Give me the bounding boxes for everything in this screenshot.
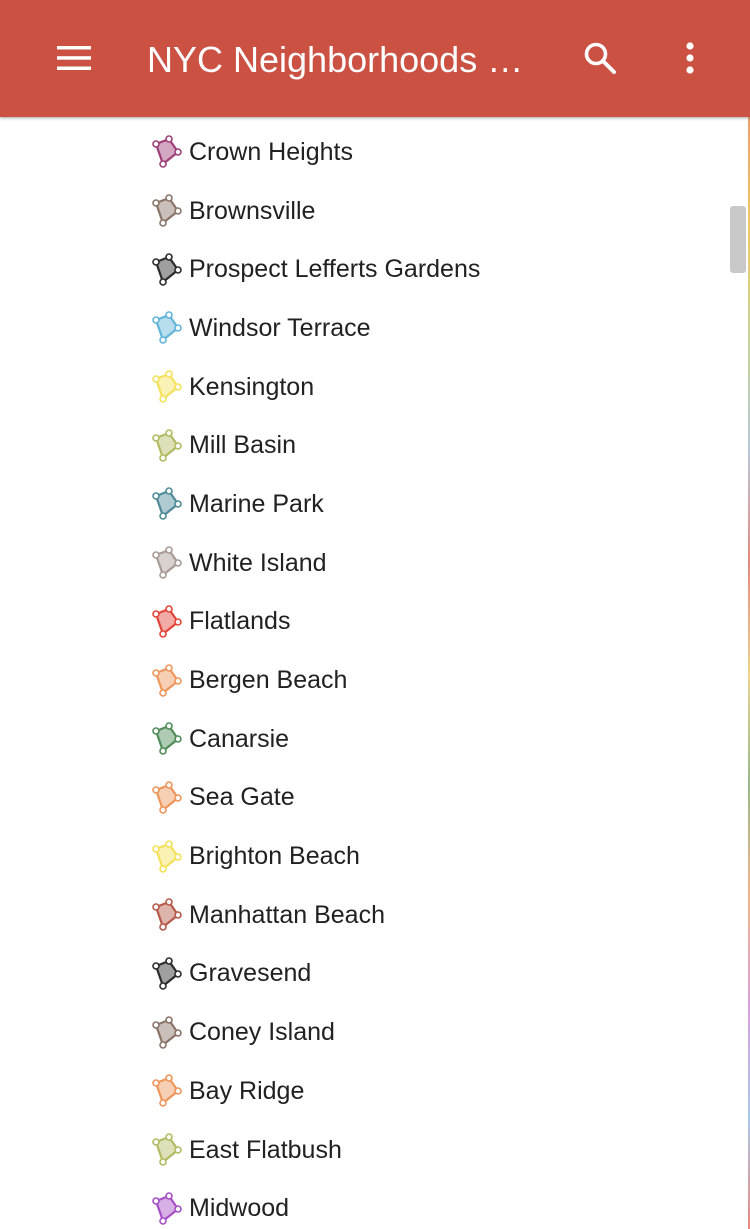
polygon-icon [152, 1015, 182, 1049]
polygon-icon [152, 1074, 182, 1108]
neighborhood-label: Flatlands [189, 607, 291, 636]
polygon-icon [152, 428, 182, 462]
neighborhood-label: Brighton Beach [189, 842, 360, 871]
neighborhood-label: East Flatbush [189, 1135, 342, 1164]
hamburger-menu-icon [57, 46, 91, 70]
neighborhood-label: White Island [189, 548, 327, 577]
list-item[interactable]: Gravesend [0, 945, 700, 1004]
polygon-icon [152, 957, 182, 990]
polygon-icon [152, 722, 182, 756]
polygon-icon [152, 898, 182, 932]
list-item[interactable]: Kensington [0, 358, 700, 417]
list-item[interactable]: Manhattan Beach [0, 886, 700, 945]
list-item[interactable]: Canarsie [0, 710, 700, 769]
list-item[interactable]: Bay Ridge [0, 1062, 700, 1121]
neighborhood-label: Manhattan Beach [189, 900, 385, 929]
neighborhood-label: Bay Ridge [189, 1076, 305, 1105]
list-item[interactable]: Bergen Beach [0, 651, 700, 710]
list-item[interactable]: Brighton Beach [0, 827, 700, 886]
polygon-icon [152, 252, 182, 286]
list-item[interactable]: White Island [0, 534, 700, 593]
list-item[interactable]: Prospect Lefferts Gardens [0, 240, 700, 299]
polygon-icon [152, 1191, 182, 1225]
neighborhood-label: Canarsie [189, 724, 290, 753]
search-icon [584, 42, 616, 74]
list-item[interactable]: Coney Island [0, 1003, 700, 1062]
menu-button[interactable] [50, 34, 98, 82]
neighborhood-label: Midwood [189, 1194, 290, 1223]
neighborhood-label: Gravesend [189, 959, 312, 988]
neighborhood-label: Prospect Lefferts Gardens [189, 255, 481, 284]
neighborhood-label: Bergen Beach [189, 666, 348, 695]
more-options-button[interactable] [666, 34, 714, 82]
polygon-icon [152, 135, 182, 169]
scrollbar[interactable] [726, 117, 748, 1229]
list-item[interactable]: Marine Park [0, 475, 700, 534]
neighborhood-label: Marine Park [189, 489, 324, 518]
neighborhood-label: Windsor Terrace [189, 313, 371, 342]
polygon-icon [152, 1133, 182, 1166]
polygon-icon [152, 194, 182, 227]
neighborhood-list-panel: Crown Heights Brownsville Prospect Leffert… [0, 117, 748, 1229]
list-item[interactable]: East Flatbush [0, 1121, 700, 1180]
list-item[interactable]: Sea Gate [0, 769, 700, 828]
list-item[interactable]: Mill Basin [0, 416, 700, 475]
polygon-icon [152, 487, 182, 521]
list-item[interactable]: Brownsville [0, 182, 700, 241]
neighborhood-label: Kensington [189, 372, 315, 401]
scrollbar-thumb[interactable] [730, 206, 746, 273]
neighborhood-label: Crown Heights [189, 137, 353, 166]
polygon-icon [152, 839, 182, 873]
neighborhood-label: Brownsville [189, 196, 316, 225]
neighborhood-label: Mill Basin [189, 431, 296, 460]
more-vert-icon [686, 42, 694, 74]
polygon-icon [152, 605, 182, 638]
search-button[interactable] [576, 34, 624, 82]
neighborhood-label: Sea Gate [189, 783, 295, 812]
polygon-icon [152, 546, 182, 579]
polygon-icon [152, 663, 182, 697]
list-item[interactable]: Flatlands [0, 593, 700, 652]
list-item[interactable]: Crown Heights [0, 123, 700, 182]
list-item[interactable]: Midwood [0, 1179, 700, 1229]
polygon-icon [152, 370, 182, 403]
app-bar: NYC Neighborhoods Map [0, 0, 750, 117]
neighborhood-label: Coney Island [189, 1018, 335, 1047]
polygon-icon [152, 311, 182, 345]
neighborhood-list: Crown Heights Brownsville Prospect Leffert… [0, 123, 700, 1229]
list-item[interactable]: Windsor Terrace [0, 299, 700, 358]
polygon-icon [152, 781, 182, 814]
app-title: NYC Neighborhoods Map [147, 39, 547, 80]
